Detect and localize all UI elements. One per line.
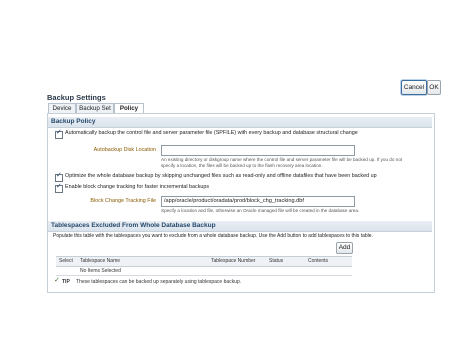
ok-button[interactable]: OK bbox=[427, 80, 441, 95]
block-change-label: Enable block change tracking for faster … bbox=[65, 184, 210, 190]
tip-label: TIP bbox=[62, 279, 70, 285]
optimize-label: Optimize the whole database backup by sk… bbox=[65, 173, 377, 179]
disk-location-label: Autobackup Disk Location bbox=[93, 147, 156, 153]
tip-icon: ✓ bbox=[54, 277, 60, 284]
cancel-button[interactable]: Cancel bbox=[401, 80, 427, 95]
tracking-file-input[interactable]: /app/oracle/product/oradata/prod/block_c… bbox=[161, 196, 355, 207]
optimize-checkbox[interactable]: ✓ bbox=[55, 172, 63, 182]
column-select: Select bbox=[59, 258, 73, 264]
column-tablespace-name: Tablespace Name bbox=[80, 258, 121, 264]
page-title: Backup Settings bbox=[47, 93, 106, 102]
tracking-file-label: Block Change Tracking File bbox=[90, 198, 156, 204]
add-button[interactable]: Add bbox=[336, 242, 353, 254]
column-status: Status bbox=[269, 258, 284, 264]
autobackup-label: Automatically backup the control file an… bbox=[65, 130, 358, 136]
disk-location-hint-2: specify a location, the files will be ba… bbox=[161, 163, 323, 168]
block-change-checkbox[interactable]: ✓ bbox=[55, 183, 63, 193]
excluded-description: Populate this table with the tablespaces… bbox=[53, 233, 373, 239]
backup-policy-title: Backup Policy bbox=[51, 118, 96, 125]
autobackup-checkbox[interactable]: ✓ bbox=[55, 129, 63, 139]
excluded-tablespaces-header: Tablespaces Excluded From Whole Database… bbox=[48, 221, 432, 232]
empty-table-message: No Items Selected bbox=[80, 268, 121, 274]
disk-location-input[interactable] bbox=[161, 145, 355, 156]
column-contents: Contents bbox=[308, 258, 329, 264]
table-divider bbox=[56, 275, 352, 276]
excluded-tablespaces-title: Tablespaces Excluded From Whole Database… bbox=[51, 222, 216, 229]
backup-policy-header: Backup Policy bbox=[48, 117, 432, 128]
tracking-file-hint: Specify a location and file, otherwise a… bbox=[161, 208, 360, 213]
checkmark-icon: ✓ bbox=[56, 129, 62, 136]
column-tablespace-number: Tablespace Number bbox=[211, 258, 256, 264]
checkmark-icon: ✓ bbox=[56, 183, 62, 190]
checkmark-icon: ✓ bbox=[56, 172, 62, 179]
tip-text: These tablespaces can be backed up separ… bbox=[76, 279, 242, 285]
